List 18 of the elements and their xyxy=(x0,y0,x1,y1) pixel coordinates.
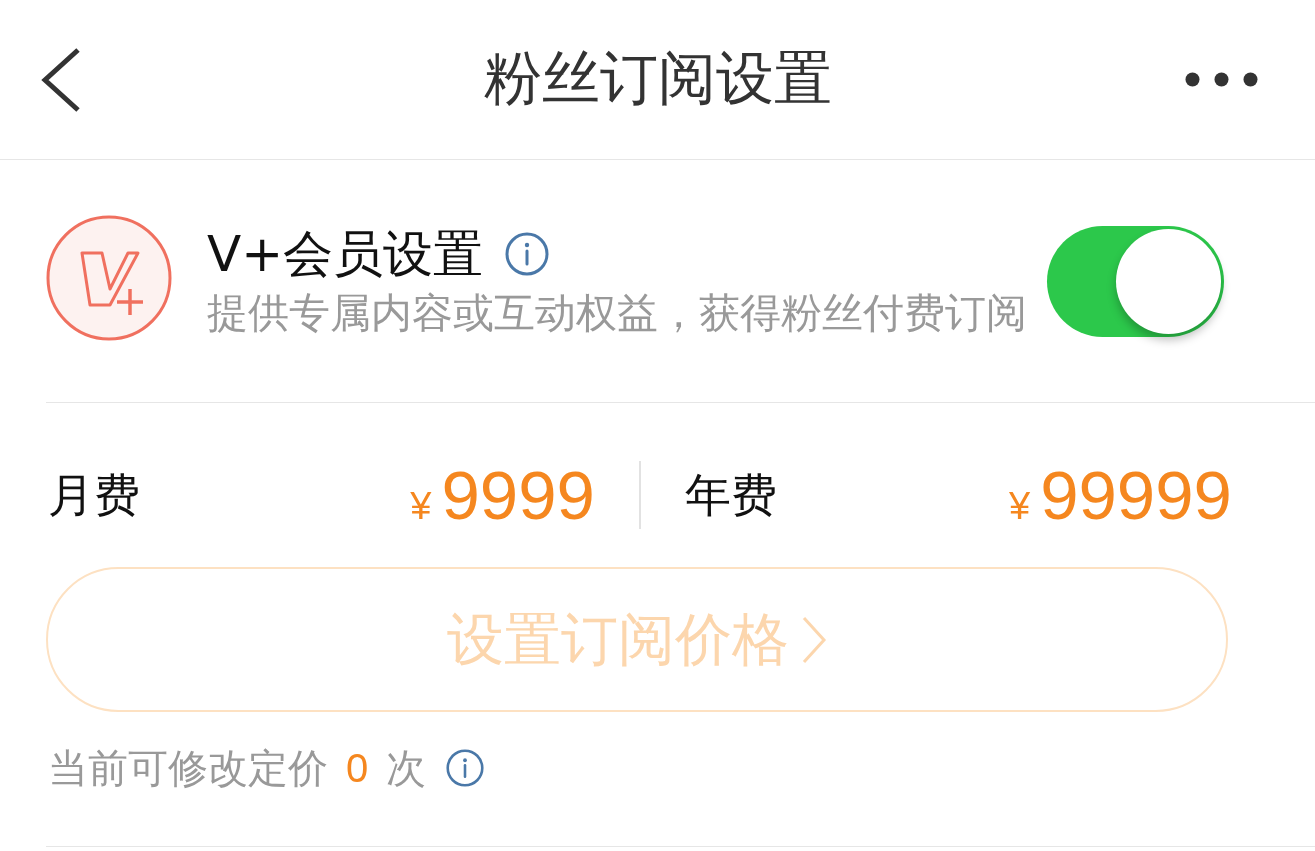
back-icon[interactable] xyxy=(40,46,82,113)
membership-title: V+会员设置 xyxy=(207,228,484,279)
more-icon[interactable] xyxy=(1185,72,1258,87)
info-icon[interactable] xyxy=(505,231,550,276)
currency-symbol: ¥ xyxy=(410,486,432,525)
page-title: 粉丝订阅设置 xyxy=(483,48,832,111)
price-amount: 9999 xyxy=(441,460,595,530)
info-icon[interactable] xyxy=(446,749,485,787)
edit-count-text: 当前可修改定价 xyxy=(48,748,328,788)
membership-description: 提供专属内容或互动权益，获得粉丝付费订阅 xyxy=(207,292,1027,334)
price-amount: 99999 xyxy=(1040,460,1232,530)
currency-symbol: ¥ xyxy=(1009,486,1031,525)
price-label: 年费 xyxy=(685,472,777,518)
edit-count-number: 0 xyxy=(346,748,369,788)
chevron-right-icon xyxy=(801,614,827,665)
edit-count-unit: 次 xyxy=(386,748,427,788)
logo-icon xyxy=(46,215,172,341)
price-label: 月费 xyxy=(48,472,140,518)
